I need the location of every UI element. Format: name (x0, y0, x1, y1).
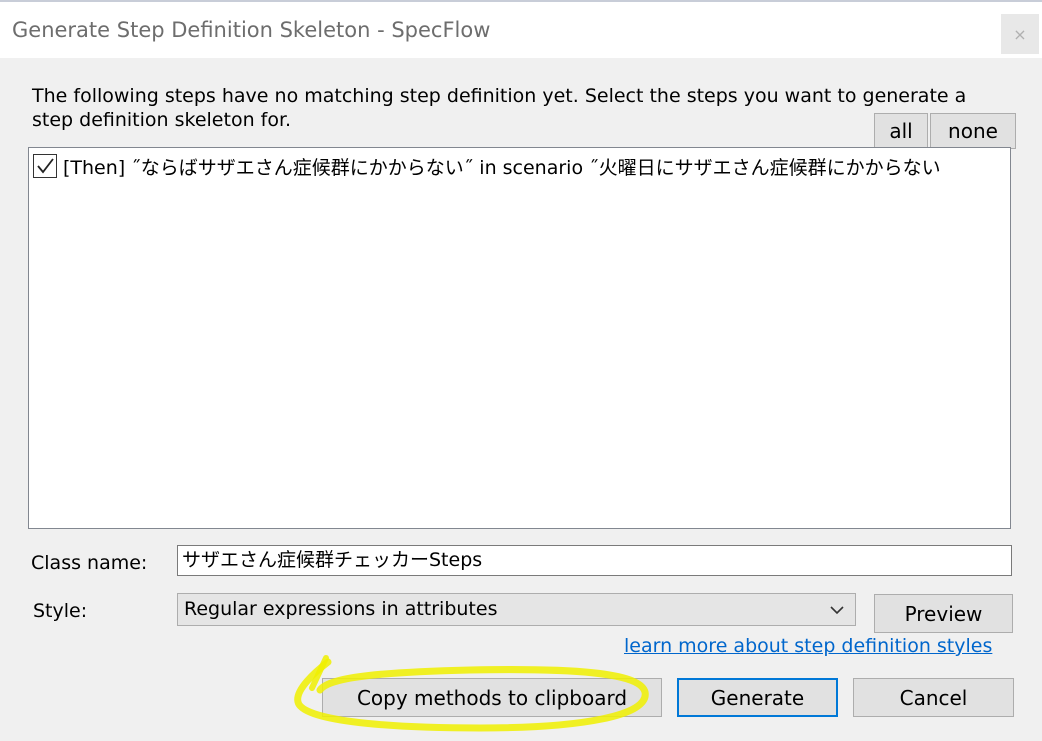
preview-label: Preview (904, 601, 983, 626)
preview-button[interactable]: Preview (874, 594, 1013, 633)
instructions-text: The following steps have no matching ste… (32, 85, 967, 131)
title-bar[interactable]: Generate Step Definition Skeleton - Spec… (0, 2, 1042, 58)
select-all-button[interactable]: all (874, 113, 928, 149)
class-name-input[interactable]: サザエさん症候群チェッカーSteps (177, 545, 1012, 576)
class-name-label: Class name: (31, 552, 148, 574)
close-button[interactable]: × (1001, 14, 1039, 54)
checkmark-icon (37, 158, 54, 174)
generate-label: Generate (710, 685, 805, 710)
chevron-down-icon (830, 606, 844, 615)
style-select[interactable]: Regular expressions in attributes (177, 593, 856, 626)
copy-methods-label: Copy methods to clipboard (356, 685, 628, 710)
window-title: Generate Step Definition Skeleton - Spec… (12, 18, 491, 42)
generate-button[interactable]: Generate (677, 678, 838, 717)
step-checkbox[interactable] (33, 154, 57, 178)
style-label: Style: (33, 600, 88, 622)
list-item[interactable]: [Then] ˝ならばサザエさん症候群にかからない˝ in scenario ˝… (33, 152, 941, 180)
cancel-button[interactable]: Cancel (853, 678, 1014, 717)
step-text: [Then] ˝ならばサザエさん症候群にかからない˝ in scenario ˝… (63, 156, 941, 179)
select-none-button[interactable]: none (930, 113, 1016, 149)
close-icon: × (1013, 24, 1027, 44)
step-list[interactable]: [Then] ˝ならばサザエさん症候群にかからない˝ in scenario ˝… (28, 147, 1011, 529)
cancel-label: Cancel (899, 685, 968, 710)
select-none-label: none (948, 119, 998, 143)
copy-methods-button[interactable]: Copy methods to clipboard (322, 678, 662, 717)
learn-more-link[interactable]: learn more about step definition styles (624, 635, 992, 657)
style-selected-value: Regular expressions in attributes (184, 598, 498, 620)
select-all-label: all (889, 119, 913, 143)
